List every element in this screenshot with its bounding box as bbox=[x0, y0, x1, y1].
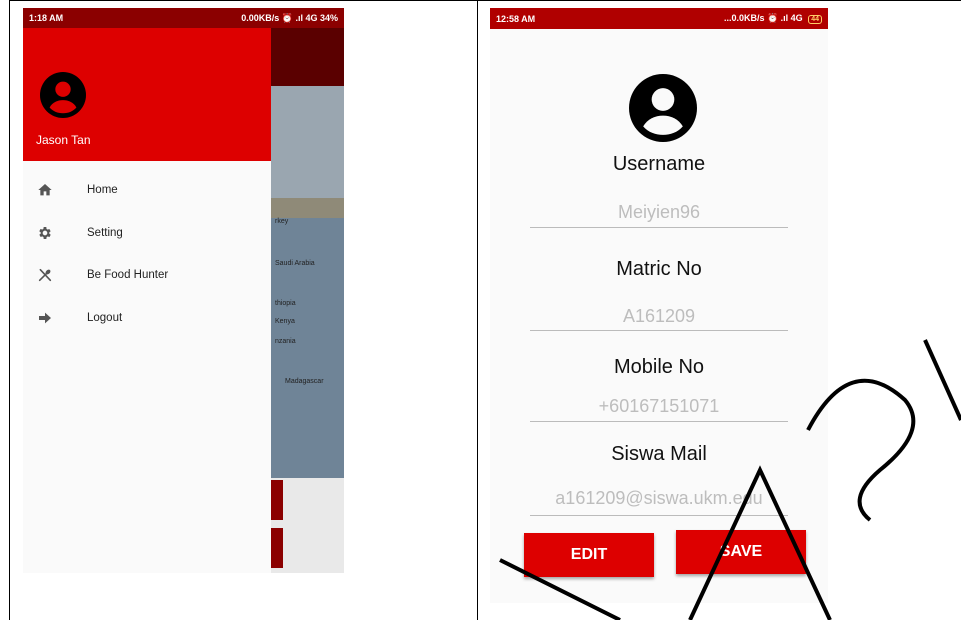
map-label: Kenya bbox=[275, 318, 295, 325]
utensils-icon bbox=[38, 268, 52, 282]
background-button bbox=[271, 528, 283, 568]
username-label: Username bbox=[612, 153, 706, 175]
status-signal-text: ...0.0KB/s ⏰ .ıl 4G bbox=[723, 13, 803, 23]
battery-icon: 44 bbox=[808, 15, 822, 24]
map-label: thiopia bbox=[275, 300, 296, 307]
background-app-bar bbox=[271, 28, 344, 86]
status-bar: 12:58 AM ...0.0KB/s ⏰ .ıl 4G 44 bbox=[490, 8, 828, 29]
map-label: nzania bbox=[275, 338, 296, 345]
frame-divider bbox=[477, 0, 478, 620]
logout-arrow-icon bbox=[39, 312, 51, 324]
matric-no-field[interactable]: A161209 bbox=[530, 306, 788, 327]
drawer-item-setting[interactable]: Setting bbox=[23, 213, 271, 253]
home-icon bbox=[38, 184, 52, 196]
drawer-item-logout[interactable]: Logout bbox=[23, 298, 271, 338]
username-underline bbox=[530, 227, 788, 228]
mobile-no-label: Mobile No bbox=[613, 356, 705, 378]
drawer-item-label: Logout bbox=[87, 312, 123, 324]
mobile-no-field[interactable]: +60167151071 bbox=[530, 396, 788, 417]
drawer-header: Jason Tan bbox=[23, 28, 271, 161]
status-indicators: 0.00KB/s ⏰ .ıl 4G 34% bbox=[241, 12, 338, 23]
mobile-no-underline bbox=[530, 421, 788, 422]
account-circle-icon[interactable] bbox=[629, 74, 697, 142]
drawer-item-label: Home bbox=[87, 184, 118, 196]
username-field[interactable]: Meiyien96 bbox=[530, 202, 788, 223]
frame-left-border bbox=[9, 0, 10, 620]
edit-button[interactable]: EDIT bbox=[524, 533, 654, 577]
map-label: rkey bbox=[275, 218, 289, 225]
siswa-mail-label: Siswa Mail bbox=[611, 443, 707, 465]
navigation-drawer: Jason Tan Home Setting Be Food Hunter Lo… bbox=[23, 28, 271, 573]
matric-no-label: Matric No bbox=[616, 258, 702, 280]
map-label: Madagascar bbox=[285, 378, 324, 385]
account-circle-icon[interactable] bbox=[40, 72, 86, 118]
drawer-item-home[interactable]: Home bbox=[23, 170, 271, 210]
gear-icon bbox=[39, 227, 51, 239]
status-indicators: ...0.0KB/s ⏰ .ıl 4G 44 bbox=[724, 13, 822, 24]
drawer-item-label: Be Food Hunter bbox=[87, 269, 169, 281]
status-time: 12:58 AM bbox=[496, 13, 536, 24]
background-app: rkey Saudi Arabia thiopia Kenya nzania M… bbox=[271, 28, 344, 573]
matric-no-underline bbox=[530, 330, 788, 331]
status-bar: 1:18 AM 0.00KB/s ⏰ .ıl 4G 34% bbox=[23, 8, 344, 28]
drawer-item-be-food-hunter[interactable]: Be Food Hunter bbox=[23, 255, 271, 295]
frame-top-border bbox=[9, 0, 961, 1]
siswa-mail-field[interactable]: a161209@siswa.ukm.edu bbox=[530, 488, 788, 509]
map-ocean bbox=[271, 218, 344, 478]
drawer-item-label: Setting bbox=[87, 227, 123, 239]
drawer-user-name: Jason Tan bbox=[36, 133, 91, 147]
status-time: 1:18 AM bbox=[29, 13, 64, 23]
background-button bbox=[271, 480, 283, 520]
left-phone-screen: 1:18 AM 0.00KB/s ⏰ .ıl 4G 34% rkey Saudi… bbox=[23, 8, 344, 573]
save-button[interactable]: SAVE bbox=[676, 530, 806, 574]
map-label: Saudi Arabia bbox=[275, 260, 315, 267]
right-phone-screen: 12:58 AM ...0.0KB/s ⏰ .ıl 4G 44 Username… bbox=[490, 8, 828, 603]
siswa-mail-underline bbox=[530, 515, 788, 516]
